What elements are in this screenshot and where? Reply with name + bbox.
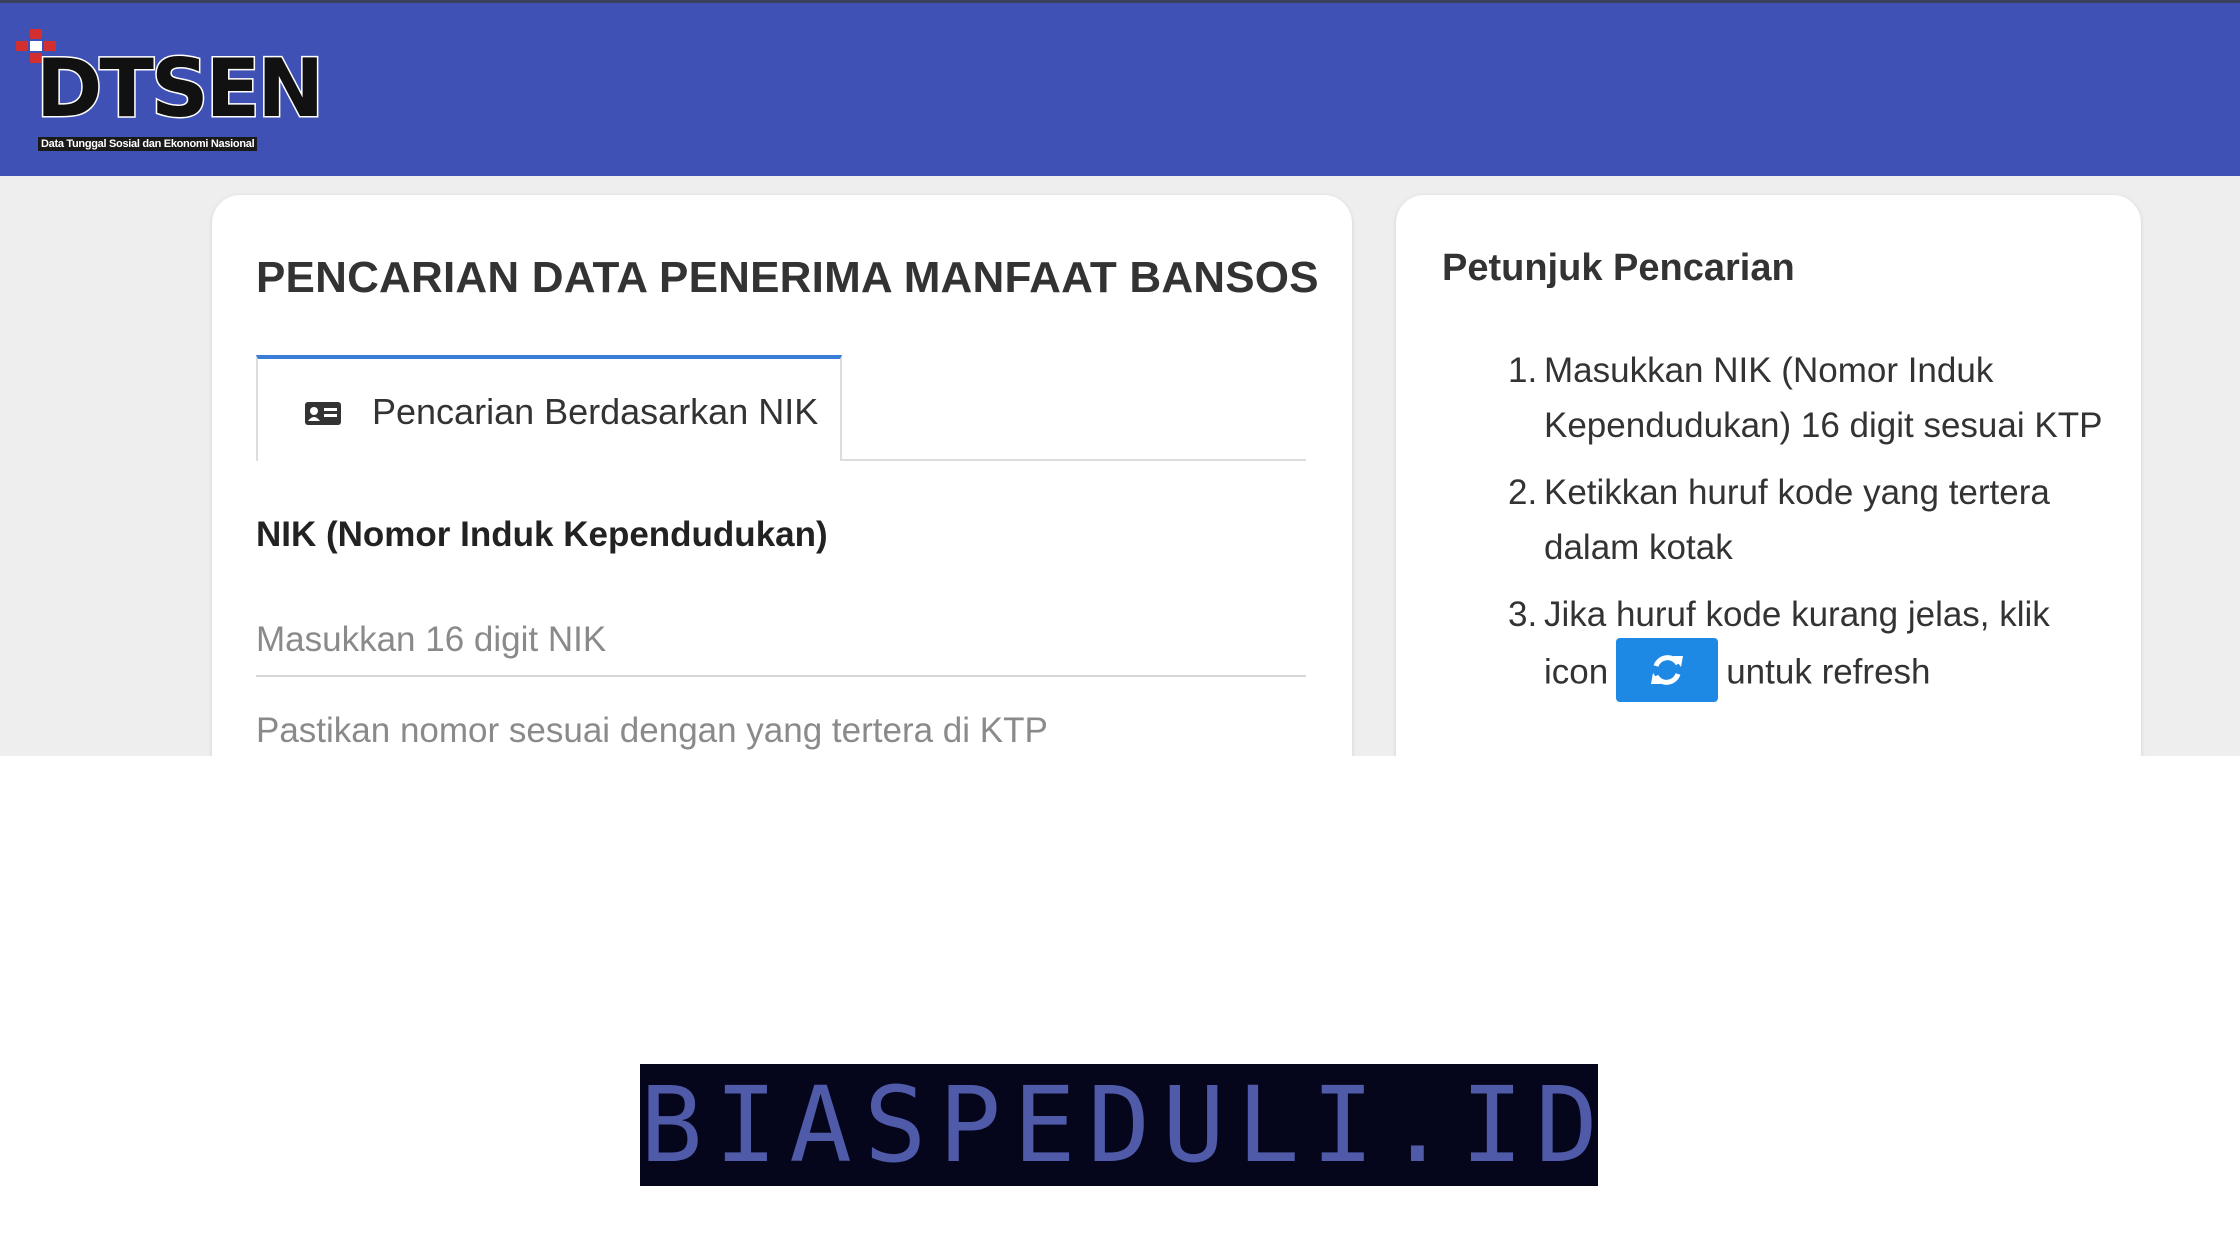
step-number: 3. <box>1508 595 1538 634</box>
logo-tagline: Data Tunggal Sosial dan Ekonomi Nasional <box>38 137 258 151</box>
search-card: PENCARIAN DATA PENERIMA MANFAAT BANSOS P… <box>212 195 1352 756</box>
top-bar: DTSEN Data Tunggal Sosial dan Ekonomi Na… <box>0 0 2240 176</box>
guide-steps-list: 1. Masukkan NIK (Nomor Induk Kependuduka… <box>1508 343 2108 718</box>
step-text-after: untuk refresh <box>1726 652 1931 692</box>
nik-help-text: Pastikan nomor sesuai dengan yang terter… <box>256 711 1048 750</box>
watermark-text: BIASPEDULI.ID <box>640 1064 1610 1186</box>
step-text: Masukkan NIK (Nomor Induk Kependudukan) … <box>1544 351 2103 445</box>
step-number: 2. <box>1508 473 1538 512</box>
tab-label: Pencarian Berdasarkan NIK <box>372 391 819 432</box>
dtsen-logo[interactable]: DTSEN Data Tunggal Sosial dan Ekonomi Na… <box>14 29 326 159</box>
watermark-banner: BIASPEDULI.ID <box>640 1064 1598 1186</box>
step-text: Ketikkan huruf kode yang tertera dalam k… <box>1544 473 2050 567</box>
app-screen: DTSEN Data Tunggal Sosial dan Ekonomi Na… <box>0 0 2240 756</box>
refresh-icon <box>1651 655 1684 685</box>
tab-search-by-nik[interactable]: Pencarian Berdasarkan NIK <box>256 355 842 461</box>
refresh-button[interactable] <box>1616 638 1719 702</box>
step-number: 1. <box>1508 351 1538 390</box>
logo-wordmark: DTSEN <box>34 42 325 135</box>
nik-input[interactable] <box>256 605 1306 677</box>
page-title: PENCARIAN DATA PENERIMA MANFAAT BANSOS <box>256 253 1319 302</box>
guide-step-3: 3. Jika huruf kode kurang jelas, klik ic… <box>1508 587 2108 706</box>
guide-step-1: 1. Masukkan NIK (Nomor Induk Kependuduka… <box>1508 343 2108 453</box>
guide-title: Petunjuk Pencarian <box>1442 247 1795 289</box>
guide-step-2: 2. Ketikkan huruf kode yang tertera dala… <box>1508 465 2108 575</box>
nik-field-label: NIK (Nomor Induk Kependudukan) <box>256 515 828 554</box>
guide-card: Petunjuk Pencarian 1. Masukkan NIK (Nomo… <box>1396 195 2141 756</box>
id-card-icon <box>305 402 341 425</box>
